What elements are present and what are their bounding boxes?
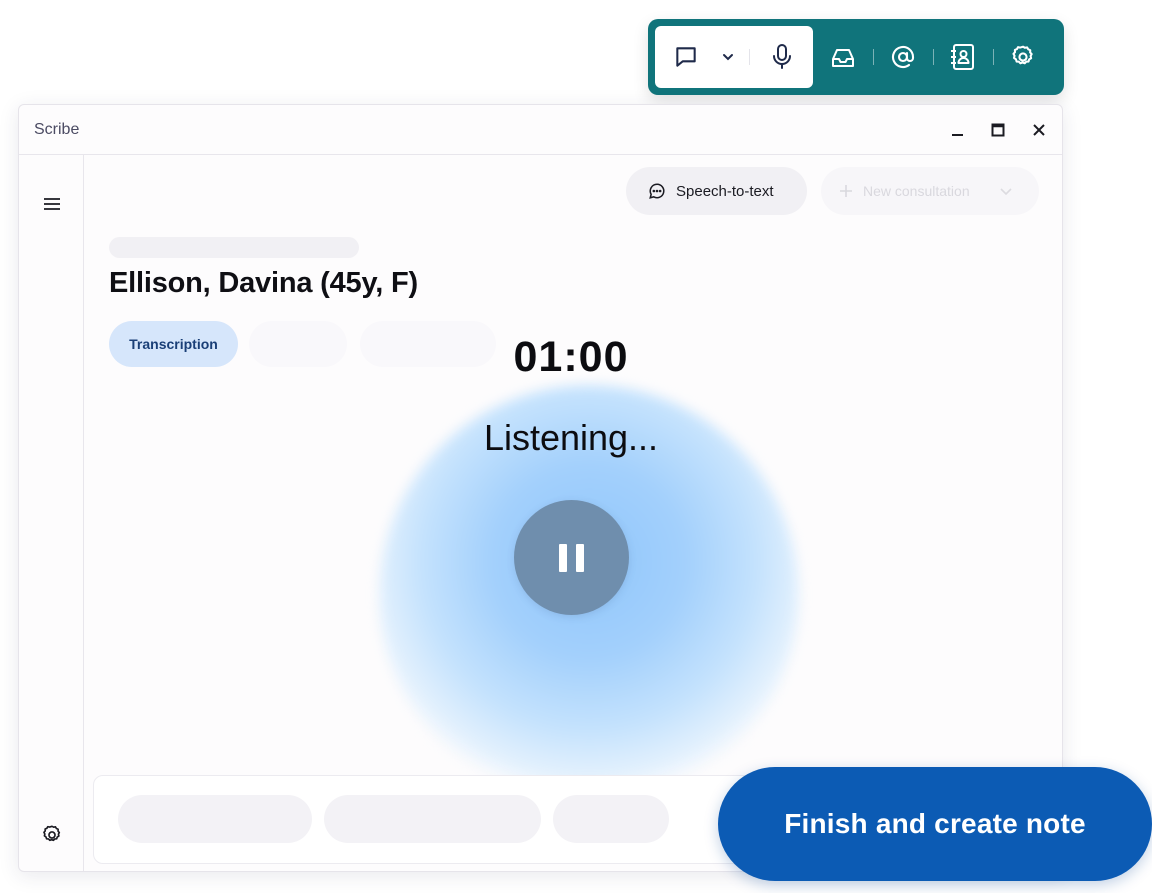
patient-name: Ellison, Davina (45y, F) [109, 267, 418, 299]
window-title: Scribe [34, 121, 80, 138]
bottom-placeholder-button[interactable] [118, 795, 312, 843]
bottom-placeholder-button[interactable] [324, 795, 541, 843]
floating-toolbar [648, 19, 1064, 95]
close-icon[interactable] [1028, 119, 1050, 141]
plus-icon [839, 184, 853, 198]
sidebar [19, 154, 84, 871]
chat-icon[interactable] [670, 41, 702, 73]
recording-status: Listening... [483, 417, 659, 458]
toolbar-separator [933, 49, 934, 65]
window-titlebar: Scribe [19, 105, 1062, 155]
tab-transcription[interactable]: Transcription [109, 321, 238, 367]
bottom-placeholder-button[interactable] [553, 795, 669, 843]
minimize-icon[interactable] [946, 119, 968, 141]
chevron-down-icon [998, 183, 1014, 199]
menu-icon[interactable] [39, 191, 65, 217]
pause-icon [576, 543, 584, 572]
speech-to-text-label: Speech-to-text [676, 182, 774, 200]
inbox-icon[interactable] [828, 43, 858, 73]
scribe-window: Scribe Speech-to-text New consultation E… [18, 104, 1063, 872]
settings-gear-icon[interactable] [1007, 41, 1039, 73]
finish-and-create-note-button[interactable]: Finish and create note [718, 767, 1152, 881]
settings-icon[interactable] [39, 822, 65, 848]
contacts-icon[interactable] [947, 41, 979, 73]
toolbar-separator [993, 49, 994, 65]
pause-icon [559, 543, 567, 572]
pause-button[interactable] [514, 500, 629, 615]
at-sign-icon[interactable] [888, 42, 918, 72]
maximize-icon[interactable] [987, 119, 1009, 141]
toolbar-separator [873, 49, 874, 65]
new-consultation-label: New consultation [863, 183, 970, 199]
new-consultation-button[interactable]: New consultation [821, 167, 1039, 215]
microphone-icon[interactable] [766, 41, 798, 73]
speech-bubble-icon [648, 182, 666, 200]
chevron-down-icon[interactable] [716, 45, 740, 69]
speech-to-text-button[interactable]: Speech-to-text [626, 167, 807, 215]
toolbar-separator [749, 49, 750, 65]
skeleton-placeholder [109, 237, 359, 258]
tab-placeholder[interactable] [249, 321, 347, 367]
recording-timer: 01:00 [513, 333, 629, 381]
